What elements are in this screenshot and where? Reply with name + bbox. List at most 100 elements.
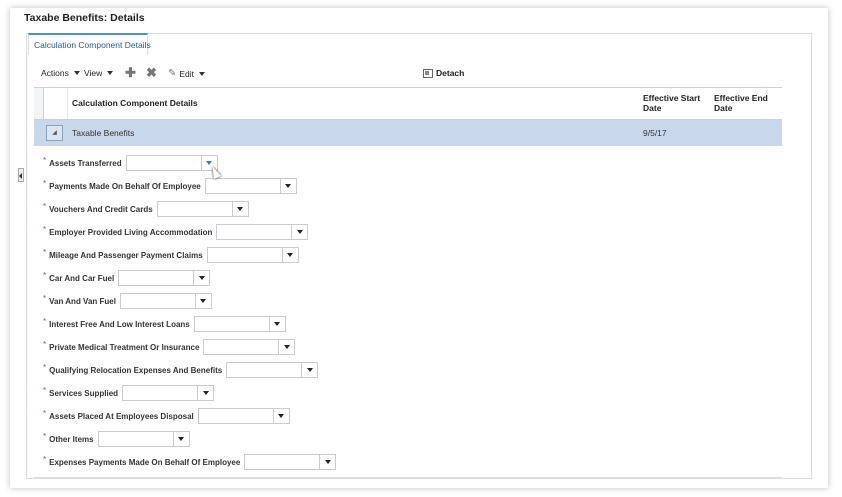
loans-select[interactable] <box>193 316 286 332</box>
end-date-header-line1: Effective End <box>714 93 768 103</box>
tab-calculation-component-details[interactable]: Calculation Component Details <box>28 33 151 55</box>
column-header-end-date[interactable]: Effective End Date <box>714 93 768 113</box>
chevron-down-icon <box>178 437 185 441</box>
form-field-car-fuel: * Car And Car Fuel <box>43 270 211 286</box>
chevron-down-icon <box>278 414 285 418</box>
chevron-down-icon <box>200 299 207 303</box>
required-marker: * <box>43 201 47 211</box>
field-label: Interest Free And Low Interest Loans <box>49 319 190 329</box>
chevron-down-icon <box>306 368 313 372</box>
field-label: Other Items <box>49 434 94 444</box>
required-marker: * <box>43 362 47 372</box>
select-column-header <box>34 88 44 119</box>
required-marker: * <box>43 339 47 349</box>
field-label: Car And Car Fuel <box>49 273 115 283</box>
form-field-assets-transferred: * Assets Transferred <box>43 155 218 171</box>
chevron-down-icon <box>73 71 80 75</box>
car-fuel-select[interactable] <box>118 270 211 286</box>
chevron-down-icon <box>283 345 290 349</box>
chevron-down-icon <box>202 391 209 395</box>
assets-transferred-select[interactable] <box>125 155 218 171</box>
field-label: Assets Placed At Employees Disposal <box>49 411 194 421</box>
field-label: Qualifying Relocation Expenses And Benef… <box>49 365 223 375</box>
form-field-assets-placed: * Assets Placed At Employees Disposal <box>43 408 290 424</box>
expenses-payments-select[interactable] <box>244 454 337 470</box>
table-row[interactable]: ◢ Taxable Benefits 9/5/17 <box>34 120 782 146</box>
edit-label: Edit <box>179 68 195 79</box>
field-label: Vouchers And Credit Cards <box>49 204 153 214</box>
view-label: View <box>84 68 103 78</box>
end-date-header-line2: Date <box>714 103 733 113</box>
form-field-medical: * Private Medical Treatment Or Insurance <box>43 339 296 355</box>
vouchers-select[interactable] <box>156 201 249 217</box>
collapse-side-panel-icon[interactable] <box>18 168 24 182</box>
start-date-header-line1: Effective Start <box>643 93 701 103</box>
row-start-date: 9/5/17 <box>643 128 667 138</box>
required-marker: * <box>43 454 47 464</box>
other-items-select[interactable] <box>97 431 190 447</box>
required-marker: * <box>43 155 47 165</box>
mileage-select[interactable] <box>206 247 299 263</box>
assets-placed-select[interactable] <box>197 408 290 424</box>
actions-menu[interactable]: Actions <box>41 68 80 78</box>
form-field-other-items: * Other Items <box>43 431 190 447</box>
relocation-select[interactable] <box>226 362 319 378</box>
chevron-down-icon <box>296 230 303 234</box>
form-field-payments-on-behalf: * Payments Made On Behalf Of Employee <box>43 178 297 194</box>
field-label: Mileage And Passenger Payment Claims <box>49 250 203 260</box>
form-field-living-accommodation: * Employer Provided Living Accommodation <box>43 224 309 240</box>
view-menu[interactable]: View <box>84 68 114 78</box>
form-field-loans: * Interest Free And Low Interest Loans <box>43 316 286 332</box>
field-label: Van And Van Fuel <box>49 296 116 306</box>
services-select[interactable] <box>122 385 215 401</box>
living-accommodation-select[interactable] <box>216 224 309 240</box>
column-header-component[interactable]: Calculation Component Details <box>72 98 198 108</box>
expand-column-header <box>44 88 68 119</box>
form-field-services: * Services Supplied <box>43 385 215 401</box>
chevron-down-icon <box>237 207 244 211</box>
field-label: Expenses Payments Made On Behalf Of Empl… <box>49 457 241 467</box>
field-label: Assets Transferred <box>49 158 122 168</box>
required-marker: * <box>43 224 47 234</box>
edit-menu[interactable]: ✎ Edit <box>168 68 206 79</box>
page-title: Taxabe Benefits: Details <box>24 12 145 24</box>
required-marker: * <box>43 316 47 326</box>
form-field-vouchers: * Vouchers And Credit Cards <box>43 201 249 217</box>
form-field-mileage: * Mileage And Passenger Payment Claims <box>43 247 299 263</box>
van-fuel-select[interactable] <box>119 293 212 309</box>
form-field-relocation: * Qualifying Relocation Expenses And Ben… <box>43 362 319 378</box>
row-component-name: Taxable Benefits <box>72 128 135 138</box>
form-field-expenses-payments: * Expenses Payments Made On Behalf Of Em… <box>43 454 337 470</box>
divider <box>34 477 782 478</box>
detach-label: Detach <box>436 68 465 78</box>
column-header-start-date[interactable]: Effective Start Date <box>643 93 700 113</box>
detach-button[interactable]: Detach <box>423 68 464 78</box>
add-icon[interactable]: ✚ <box>125 65 136 81</box>
chevron-down-icon <box>199 71 206 76</box>
field-label: Payments Made On Behalf Of Employee <box>49 181 201 191</box>
delete-icon[interactable]: ✖ <box>146 65 157 81</box>
chevron-down-icon <box>287 253 294 257</box>
chevron-down-icon <box>324 460 331 464</box>
form-field-van-fuel: * Van And Van Fuel <box>43 293 212 309</box>
required-marker: * <box>43 408 47 418</box>
required-marker: * <box>43 247 47 257</box>
pencil-icon: ✎ <box>168 68 177 79</box>
medical-select[interactable] <box>203 339 296 355</box>
collapse-toggle-icon[interactable]: ◢ <box>46 125 63 141</box>
chevron-down-icon <box>206 161 213 165</box>
payments-on-behalf-select[interactable] <box>204 178 297 194</box>
actions-label: Actions <box>41 68 69 78</box>
field-label: Private Medical Treatment Or Insurance <box>49 342 200 352</box>
required-marker: * <box>43 293 47 303</box>
required-marker: * <box>43 270 47 280</box>
start-date-header-line2: Date <box>643 103 662 113</box>
chevron-down-icon <box>285 184 292 188</box>
chevron-down-icon <box>198 276 205 280</box>
required-marker: * <box>43 385 47 395</box>
field-label: Services Supplied <box>49 388 119 398</box>
required-marker: * <box>43 178 47 188</box>
chevron-down-icon <box>274 322 281 326</box>
table-header: Calculation Component Details Effective … <box>34 87 782 120</box>
field-label: Employer Provided Living Accommodation <box>49 227 213 237</box>
